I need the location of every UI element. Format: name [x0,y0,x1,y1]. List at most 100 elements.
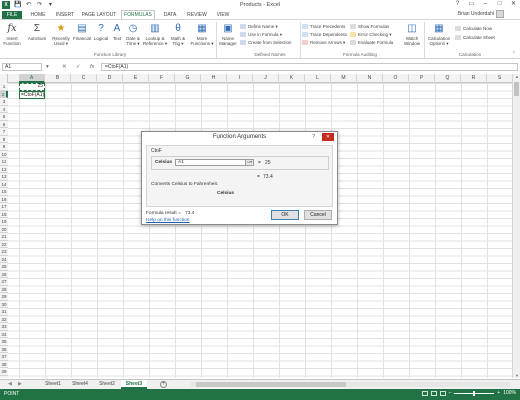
row-header-18[interactable]: 18 [0,210,8,218]
use-in-formula-button[interactable]: Use in Formula ▾ [240,31,282,38]
tab-file[interactable]: FILE [2,11,22,19]
define-name-button[interactable]: Define Name ▾ [240,23,278,30]
calculation-options-button[interactable]: ▦ Calculation Options ▾ [425,22,453,47]
column-header-i[interactable]: I [227,74,253,83]
row-header-7[interactable]: 7 [0,128,8,136]
active-cell-a2[interactable]: =CtoF(A1) [19,90,45,99]
horizontal-scrollbar[interactable] [190,382,510,387]
column-header-a[interactable]: A [19,74,45,83]
minimize-icon[interactable]: – [481,0,490,9]
show-formulas-button[interactable]: Show Formulas [350,23,389,30]
tab-data[interactable]: DATA [159,11,181,19]
add-sheet-icon[interactable]: + [160,381,167,388]
row-header-21[interactable]: 21 [0,233,8,241]
row-header-30[interactable]: 30 [0,300,8,308]
formula-input[interactable]: =CtoF(A1) [101,63,518,71]
tab-insert[interactable]: INSERT [53,11,77,19]
row-header-36[interactable]: 36 [0,345,8,353]
scroll-thumb[interactable] [514,82,519,96]
row-header-31[interactable]: 31 [0,308,8,316]
scroll-down-icon[interactable]: ▼ [513,373,520,378]
column-header-o[interactable]: O [383,74,409,83]
math-trig-button[interactable]: θ Math & Trig ▾ [168,22,188,47]
row-header-1[interactable]: 1 [0,83,8,91]
calculate-now-button[interactable]: Calculate Now [455,25,492,32]
row-header-17[interactable]: 17 [0,203,8,211]
normal-view-icon[interactable] [421,390,428,396]
row-header-28[interactable]: 28 [0,285,8,293]
next-sheet-icon[interactable]: ▶ [18,381,22,387]
column-header-g[interactable]: G [175,74,201,83]
row-header-23[interactable]: 23 [0,248,8,256]
watch-window-button[interactable]: ◫ Watch Window [402,22,422,47]
row-header-39[interactable]: 39 [0,368,8,376]
row-header-40[interactable]: 40 [0,375,8,378]
close-icon[interactable]: ✕ [322,133,334,141]
evaluate-formula-button[interactable]: Evaluate Formula [350,39,393,46]
column-header-l[interactable]: L [305,74,331,83]
cells-area[interactable]: 25 =CtoF(A1) [8,83,512,378]
column-header-h[interactable]: H [201,74,227,83]
column-header-s[interactable]: S [487,74,512,83]
help-icon[interactable]: ? [312,134,315,140]
column-header-k[interactable]: K [279,74,305,83]
collapse-dialog-icon[interactable]: ▭▾ [245,159,254,166]
sheet-tab-sheet4[interactable]: Sheet4 [67,380,93,389]
select-all-button[interactable] [0,74,8,83]
logical-button[interactable]: ? Logical [92,22,110,42]
sheet-tab-sheet3[interactable]: Sheet3 [121,380,147,389]
row-header-14[interactable]: 14 [0,180,8,188]
row-header-10[interactable]: 10 [0,150,8,158]
row-header-27[interactable]: 27 [0,278,8,286]
trace-precedents-button[interactable]: Trace Precedents [302,23,345,30]
row-header-9[interactable]: 9 [0,143,8,151]
zoom-knob[interactable] [473,390,476,396]
row-header-34[interactable]: 34 [0,330,8,338]
trace-dependents-button[interactable]: Trace Dependents [302,31,347,38]
insert-function-button[interactable]: fx Insert Function [1,22,23,47]
row-header-24[interactable]: 24 [0,255,8,263]
help-link[interactable]: Help on this function [146,218,189,223]
name-box[interactable]: A1 [2,63,42,71]
sheet-tab-sheet2[interactable]: Sheet2 [94,380,120,389]
tab-page-layout[interactable]: PAGE LAYOUT [80,11,118,19]
enter-icon[interactable]: ✓ [76,63,81,71]
user-name[interactable]: Brian Underdahl [458,11,494,17]
sheet-tab-sheet1[interactable]: Sheet1 [40,380,66,389]
column-header-q[interactable]: Q [435,74,461,83]
page-layout-view-icon[interactable] [430,390,437,396]
remove-arrows-button[interactable]: Remove Arrows ▾ [302,39,345,46]
row-header-38[interactable]: 38 [0,360,8,368]
create-from-selection-button[interactable]: Create from Selection [240,39,292,46]
row-header-5[interactable]: 5 [0,113,8,121]
prev-sheet-icon[interactable]: ◀ [8,381,12,387]
lookup-reference-button[interactable]: ▥ Lookup & Reference ▾ [142,22,168,47]
ribbon-display-icon[interactable]: ▭ [467,0,476,9]
maximize-icon[interactable]: □ [495,0,504,9]
row-header-29[interactable]: 29 [0,293,8,301]
row-header-33[interactable]: 33 [0,323,8,331]
row-header-15[interactable]: 15 [0,188,8,196]
tab-home[interactable]: HOME [27,11,49,19]
vertical-scrollbar[interactable]: ▲ ▼ [512,74,520,378]
celsius-input[interactable]: A1 [175,159,246,166]
avatar[interactable] [496,10,504,18]
zoom-slider[interactable] [454,390,495,396]
tab-review[interactable]: REVIEW [184,11,210,19]
row-header-26[interactable]: 26 [0,270,8,278]
insert-function-icon[interactable]: fx [90,63,94,71]
row-header-3[interactable]: 3 [0,98,8,106]
column-header-p[interactable]: P [409,74,435,83]
column-header-e[interactable]: E [123,74,149,83]
financial-button[interactable]: ▤ Financial [72,22,92,42]
row-header-25[interactable]: 25 [0,263,8,271]
more-functions-button[interactable]: ▦ More Functions ▾ [189,22,215,47]
cancel-icon[interactable]: ✕ [62,63,67,71]
row-header-6[interactable]: 6 [0,120,8,128]
row-header-8[interactable]: 8 [0,135,8,143]
zoom-out-icon[interactable]: – [449,390,452,396]
column-header-c[interactable]: C [71,74,97,83]
hscroll-thumb[interactable] [196,382,346,387]
collapse-ribbon-icon[interactable]: ⌃ [512,51,516,57]
autosum-button[interactable]: Σ AutoSum [25,22,49,42]
